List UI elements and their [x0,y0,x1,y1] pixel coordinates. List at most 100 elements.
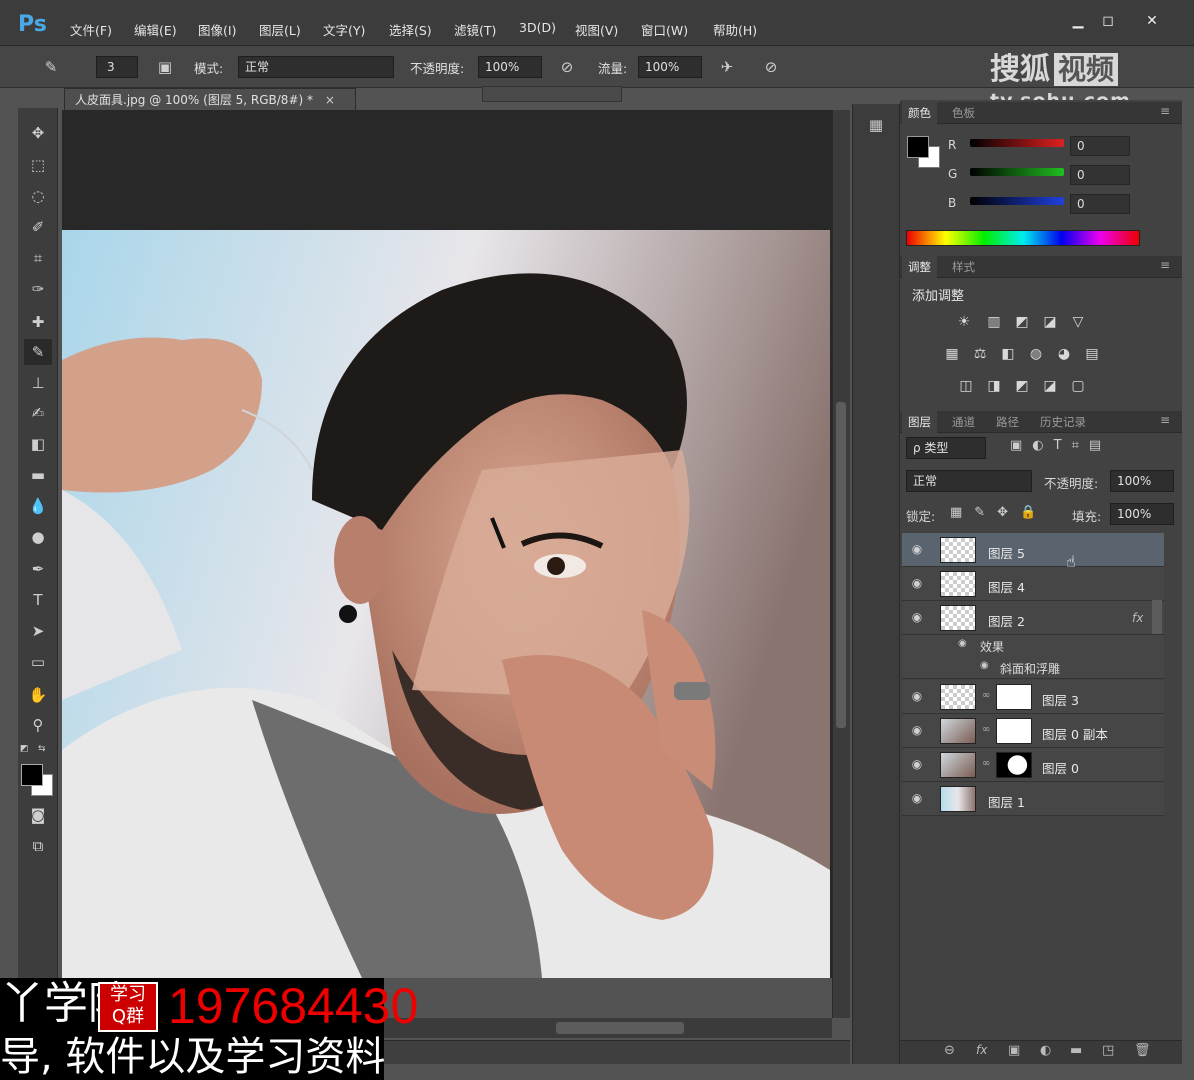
layer-blend-mode-select[interactable]: 正常 [906,470,1032,492]
invert-icon[interactable]: ◫ [956,376,976,396]
layer-filter-select[interactable]: ρ 类型 [906,437,986,459]
rectangle-tool-icon[interactable]: ▭ [24,649,52,675]
add-mask-icon[interactable]: ▣ [1008,1043,1020,1058]
airbrush-icon[interactable]: ✈ [714,56,740,78]
minimize-button[interactable]: ▁ [1066,12,1090,30]
brush-panel-toggle-icon[interactable]: ▣ [152,56,178,78]
canvas-image[interactable] [62,230,830,978]
healing-brush-tool-icon[interactable]: ✚ [24,309,52,335]
color-balance-icon[interactable]: ⚖ [970,344,990,364]
menu-layer[interactable]: 图层(L) [259,20,301,39]
clone-stamp-tool-icon[interactable]: ⊥ [24,370,52,396]
black-white-icon[interactable]: ◧ [998,344,1018,364]
document-tab-close-icon[interactable]: × [325,93,335,107]
curves-icon[interactable]: ◩ [1012,312,1032,332]
screen-mode-icon[interactable]: ⧉ [24,833,52,859]
layer-mask-thumbnail[interactable] [996,718,1032,744]
threshold-icon[interactable]: ◩ [1012,376,1032,396]
mode-select[interactable]: 正常 [238,56,394,78]
layer-name[interactable]: 图层 1 [988,792,1025,811]
vertical-scrollbar[interactable] [832,110,850,1018]
gradient-map-icon[interactable]: ▢ [1068,376,1088,396]
pressure-opacity-icon[interactable]: ⊘ [554,56,580,78]
exposure-icon[interactable]: ◪ [1040,312,1060,332]
layer-name[interactable]: 图层 0 [1042,758,1079,777]
channel-b-input[interactable]: 0 [1070,194,1130,214]
layers-scroll-thumb[interactable] [1152,600,1162,634]
path-selection-tool-icon[interactable]: ➤ [24,618,52,644]
link-layers-icon[interactable]: ⊖ [944,1043,955,1058]
mask-link-icon[interactable]: ∞ [982,690,990,701]
channel-g-slider[interactable] [970,168,1064,176]
levels-icon[interactable]: ▥ [984,312,1004,332]
delete-layer-icon[interactable]: 🗑 [1134,1043,1151,1058]
brush-tool-icon[interactable]: ✎ [24,339,52,365]
channel-b-slider[interactable] [970,197,1064,205]
brush-tool-preset-icon[interactable]: ✎ [38,56,64,78]
eraser-tool-icon[interactable]: ◧ [24,431,52,457]
bevel-eye-icon[interactable]: ◉ [980,660,989,671]
mask-link-icon[interactable]: ∞ [982,758,990,769]
new-group-icon[interactable]: ▬ [1070,1043,1082,1058]
panel-menu-icon[interactable]: ≡ [1160,104,1170,118]
pressure-size-icon[interactable]: ⊘ [758,56,784,78]
horizontal-scroll-thumb[interactable] [556,1022,684,1034]
visibility-eye-icon[interactable]: ◉ [908,689,926,707]
tab-paths[interactable]: 路径 [996,411,1019,433]
close-window-button[interactable]: ✕ [1140,12,1164,30]
crop-tool-icon[interactable]: ⌗ [24,245,52,271]
fill-input[interactable]: 100% [1110,503,1174,525]
color-spectrum-bar[interactable] [906,230,1140,246]
channel-mixer-icon[interactable]: ◕ [1054,344,1074,364]
menu-file[interactable]: 文件(F) [70,20,112,39]
vibrance-icon[interactable]: ▽ [1068,312,1088,332]
panel-strip-icon[interactable]: ▦ [864,116,888,140]
horizontal-scrollbar[interactable] [384,1018,832,1038]
menu-window[interactable]: 窗口(W) [641,20,688,39]
pen-tool-icon[interactable]: ✒ [24,556,52,582]
floating-slider[interactable] [482,86,622,102]
hue-saturation-icon[interactable]: ▦ [942,344,962,364]
panel-menu-icon[interactable]: ≡ [1160,413,1170,427]
mask-link-icon[interactable]: ∞ [982,724,990,735]
lasso-tool-icon[interactable]: ◌ [24,183,52,209]
gradient-tool-icon[interactable]: ▬ [24,462,52,488]
blur-tool-icon[interactable]: 💧 [24,493,52,519]
channel-g-input[interactable]: 0 [1070,165,1130,185]
new-layer-icon[interactable]: ◳ [1102,1043,1114,1058]
type-tool-icon[interactable]: T [24,587,52,613]
layer-name[interactable]: 图层 3 [1042,690,1079,709]
dodge-tool-icon[interactable]: ● [24,524,52,550]
menu-filter[interactable]: 滤镜(T) [454,20,496,39]
menu-select[interactable]: 选择(S) [389,20,432,39]
color-panel-foreground-swatch[interactable] [907,136,929,158]
panel-menu-icon[interactable]: ≡ [1160,258,1170,272]
default-colors-icon[interactable]: ◩ [20,744,32,756]
tab-layers[interactable]: 图层 [902,411,937,433]
brightness-contrast-icon[interactable]: ☀ [954,312,974,332]
menu-image[interactable]: 图像(I) [198,20,236,39]
layer-mask-thumbnail[interactable] [996,684,1032,710]
selective-color-icon[interactable]: ◪ [1040,376,1060,396]
foreground-color-swatch[interactable] [21,764,43,786]
tab-styles[interactable]: 样式 [952,256,975,278]
channel-r-slider[interactable] [970,139,1064,147]
posterize-icon[interactable]: ◨ [984,376,1004,396]
layer-name[interactable]: 图层 4 [988,577,1025,596]
marquee-tool-icon[interactable]: ⬚ [24,152,52,178]
layer-opacity-input[interactable]: 100% [1110,470,1174,492]
visibility-eye-icon[interactable]: ◉ [908,576,926,594]
add-layer-style-icon[interactable]: fx [976,1043,987,1057]
layer-name[interactable]: 图层 2 [988,611,1025,630]
layer-name[interactable]: 图层 5 [988,543,1025,562]
visibility-eye-icon[interactable]: ◉ [908,757,926,775]
tab-channels[interactable]: 通道 [952,411,975,433]
photo-filter-icon[interactable]: ◍ [1026,344,1046,364]
menu-edit[interactable]: 编辑(E) [134,20,177,39]
tab-history[interactable]: 历史记录 [1040,411,1086,433]
visibility-eye-icon[interactable]: ◉ [908,610,926,628]
zoom-tool-icon[interactable]: ⚲ [24,712,52,738]
document-tab[interactable]: 人皮面具.jpg @ 100% (图层 5, RGB/8#) * × [64,88,356,110]
visibility-eye-icon[interactable]: ◉ [908,542,926,560]
visibility-eye-icon[interactable]: ◉ [908,791,926,809]
